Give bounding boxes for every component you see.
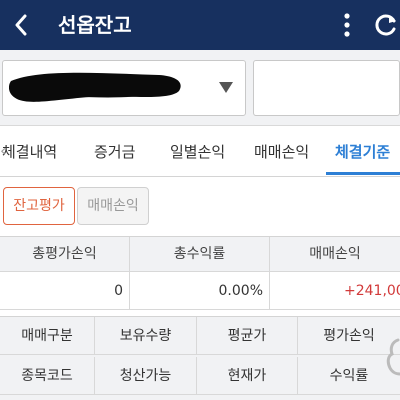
summary-header-total-eval-pnl: 총평가손익 <box>0 237 130 272</box>
account-secondary-field[interactable] <box>253 60 400 116</box>
column-header-holding-qty: 보유수량 <box>95 317 197 355</box>
tab-execution-history[interactable]: 체결내역 <box>2 127 57 176</box>
account-select[interactable]: 0589-1022 <box>2 60 246 116</box>
refresh-button[interactable] <box>372 9 400 41</box>
column-header-closable-qty: 청산가능 <box>95 357 197 395</box>
app-header: 선옵잔고 <box>0 0 400 50</box>
drag-handle-icon[interactable] <box>384 336 400 376</box>
column-header-symbol-code: 종목코드 <box>0 357 95 395</box>
summary-value-total-return: 0.00% <box>130 272 270 310</box>
summary-table: 총평가손익 총수익률 매매손익 0 0.00% +241,000 <box>0 236 400 311</box>
summary-header-trading-pnl: 매매손익 <box>270 237 400 272</box>
more-vertical-icon <box>344 13 350 37</box>
tab-margin[interactable]: 증거금 <box>94 127 135 176</box>
page-title: 선옵잔고 <box>58 13 132 37</box>
tab-bar: 체결내역 증거금 일별손익 매매손익 체결기준 <box>0 127 400 177</box>
active-tab-indicator <box>326 172 400 175</box>
triangle-down-icon <box>219 82 233 93</box>
column-header-trade-type: 매매구분 <box>0 317 95 355</box>
summary-value-total-eval-pnl: 0 <box>0 272 130 310</box>
column-header-avg-price: 평균가 <box>197 317 298 355</box>
chevron-left-icon <box>15 14 27 36</box>
position-grid-header: 매매구분 보유수량 평균가 평가손익 종목코드 청산가능 현재가 수익률 <box>0 316 400 400</box>
refresh-icon <box>375 14 396 36</box>
summary-value-trading-pnl: +241,000 <box>270 272 400 310</box>
segment-balance-valuation[interactable]: 잔고평가 <box>3 187 75 225</box>
summary-header-total-return: 총수익률 <box>130 237 270 272</box>
more-menu-button[interactable] <box>334 10 360 40</box>
back-button[interactable] <box>6 8 36 42</box>
redaction-mark <box>9 72 181 102</box>
tab-trading-pnl[interactable]: 매매손익 <box>254 127 309 176</box>
column-header-current-price: 현재가 <box>197 357 298 395</box>
tab-scroll-left-icon[interactable]: ‹ <box>0 140 10 162</box>
tab-execution-basis[interactable]: 체결기준 <box>335 127 390 176</box>
tab-daily-pnl[interactable]: 일별손익 <box>170 127 225 176</box>
segment-trading-pnl[interactable]: 매매손익 <box>77 187 149 225</box>
